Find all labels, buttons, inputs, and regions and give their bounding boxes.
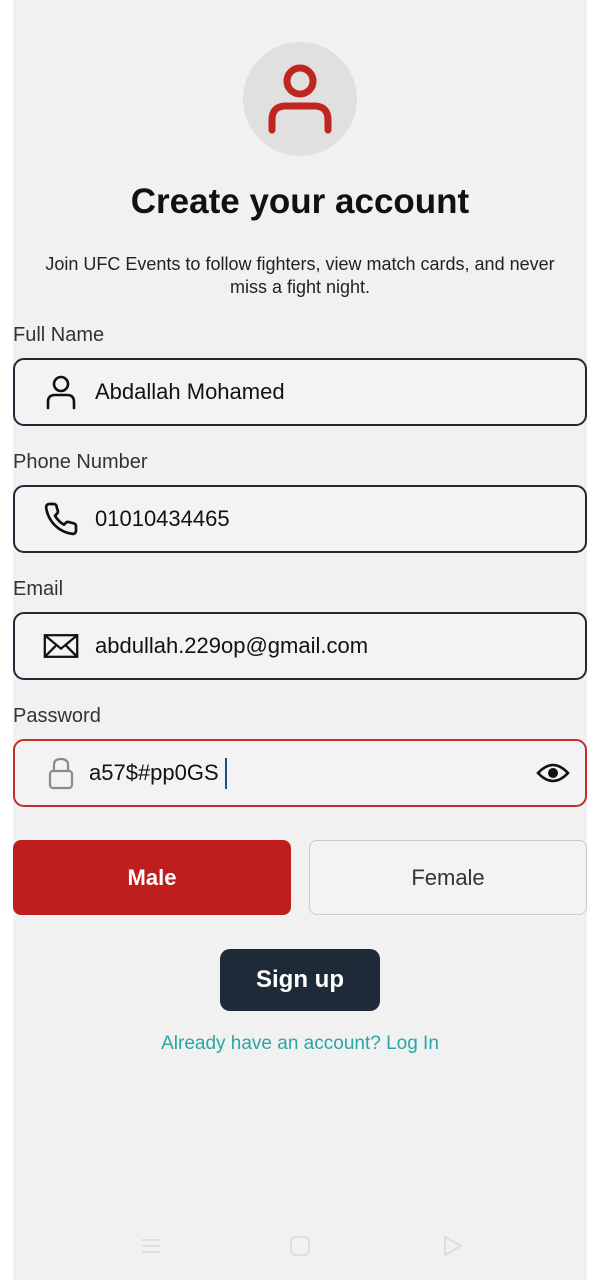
- mail-icon: [43, 628, 79, 664]
- system-nav-bar: [13, 1226, 587, 1266]
- full-name-label: Full Name: [13, 324, 105, 346]
- email-label: Email: [13, 578, 64, 600]
- signup-screen: Create your account Join UFC Events to f…: [13, 0, 587, 1280]
- full-name-input[interactable]: [95, 360, 525, 424]
- user-icon: [43, 374, 79, 410]
- phone-label: Phone Number: [13, 451, 148, 473]
- signup-button[interactable]: Sign up: [220, 949, 380, 1011]
- password-input[interactable]: [89, 741, 509, 805]
- user-avatar-icon: [268, 64, 332, 134]
- lock-icon: [43, 755, 79, 791]
- full-name-field[interactable]: [13, 358, 587, 426]
- avatar: [243, 42, 357, 156]
- eye-icon[interactable]: [535, 755, 571, 791]
- page-subtitle: Join UFC Events to follow fighters, view…: [45, 254, 555, 297]
- page-title: Create your account: [130, 182, 470, 221]
- login-link[interactable]: Already have an account? Log In: [13, 1033, 587, 1055]
- gender-female-button[interactable]: Female: [309, 840, 587, 915]
- email-field[interactable]: [13, 612, 587, 680]
- password-field[interactable]: [13, 739, 587, 807]
- back-icon[interactable]: [438, 1232, 466, 1260]
- phone-input[interactable]: [95, 487, 525, 551]
- password-label: Password: [13, 705, 101, 727]
- home-icon[interactable]: [286, 1232, 314, 1260]
- gender-male-button[interactable]: Male: [13, 840, 291, 915]
- menu-icon[interactable]: [137, 1232, 165, 1260]
- phone-icon: [43, 501, 79, 537]
- phone-field[interactable]: [13, 485, 587, 553]
- text-cursor: [225, 758, 227, 789]
- email-input[interactable]: [95, 614, 525, 678]
